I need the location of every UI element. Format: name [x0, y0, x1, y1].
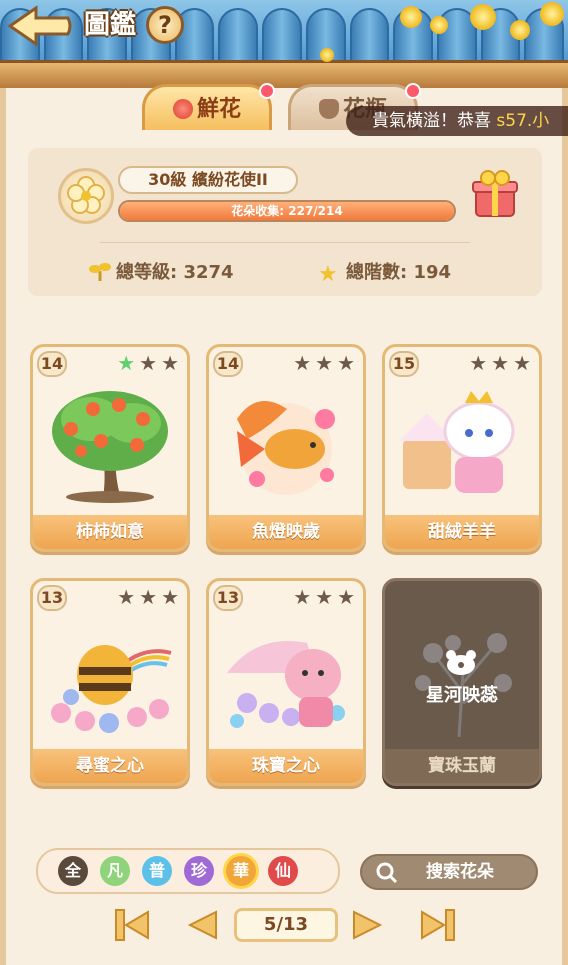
total-stars-label: 總階數: 194 — [346, 262, 452, 283]
rose-icon — [172, 99, 193, 119]
star-icon: ★ — [315, 351, 334, 375]
flower-card[interactable]: 13 ★ ★ ★ 珠寶之心 — [206, 578, 366, 786]
gift-box-icon[interactable] — [470, 168, 520, 220]
total-level-label: 總等級: 3274 — [116, 262, 234, 283]
card-level: 14 — [37, 351, 67, 377]
total-stars: ★ 總階數: 194 — [318, 258, 452, 287]
card-name: 尋蜜之心 — [33, 749, 187, 783]
star-icon: ★ — [469, 351, 488, 375]
card-name: 寶珠玉蘭 — [385, 749, 539, 783]
card-stars: ★ ★ ★ — [117, 587, 179, 607]
star-icon: ★ — [293, 351, 312, 375]
page-indicator: 5/13 — [234, 908, 338, 942]
sweet-sheep-art — [393, 379, 531, 505]
page-title: 圖鑑 — [84, 10, 137, 40]
marquee-text: 貴氣橫溢！恭喜 — [372, 111, 497, 131]
card-name: 柿柿如意 — [33, 515, 187, 549]
flower-badge-icon — [58, 168, 114, 224]
filter-normal[interactable]: 普 — [142, 856, 172, 886]
card-stars: ★ ★ ★ — [469, 353, 531, 373]
star-icon: ★ — [139, 351, 158, 375]
flower-card[interactable]: 14 ★ ★ ★ 柿柿如意 — [30, 344, 190, 552]
total-level: 總等級: 3274 — [88, 258, 234, 284]
star-icon: ★ — [293, 585, 312, 609]
card-stars: ★ ★ ★ — [117, 353, 179, 373]
flower-card[interactable]: 13 ★ ★ ★ 尋蜜之心 — [30, 578, 190, 786]
card-stars: ★ ★ ★ — [293, 587, 355, 607]
star-icon: ★ — [337, 585, 355, 609]
collection-progress-bar: 花朵收集: 227/214 — [118, 200, 456, 222]
card-name: 甜絨羊羊 — [385, 515, 539, 549]
card-level: 13 — [37, 585, 67, 611]
search-icon — [376, 862, 398, 884]
notification-dot — [405, 83, 421, 99]
star-icon: ★ — [337, 351, 355, 375]
star-icon: ★ — [491, 351, 510, 375]
filter-all[interactable]: 全 — [58, 856, 88, 886]
collection-label: 花朵收集: 227/214 — [231, 204, 343, 218]
card-level: 15 — [389, 351, 419, 377]
tab-flowers-label: 鮮花 — [196, 97, 241, 122]
back-arrow-icon[interactable] — [6, 4, 74, 48]
last-page-icon[interactable] — [418, 906, 458, 944]
star-icon: ★ — [161, 351, 179, 375]
lock-icon — [446, 650, 476, 675]
star-icon: ★ — [513, 351, 531, 375]
card-level: 13 — [213, 585, 243, 611]
jewel-heart-art — [217, 613, 355, 739]
card-name: 魚燈映歲 — [209, 515, 363, 549]
star-icon: ★ — [318, 262, 338, 287]
search-label: 搜索花朵 — [426, 862, 494, 882]
help-button[interactable]: ? — [146, 6, 184, 44]
star-icon: ★ — [117, 351, 136, 375]
flower-card[interactable]: 14 ★ ★ ★ 魚燈映歲 — [206, 344, 366, 552]
star-icon: ★ — [315, 585, 334, 609]
persimmon-tree-art — [41, 379, 179, 505]
locked-card-title: 星河映蕊 — [426, 685, 498, 706]
sprout-icon — [89, 263, 111, 281]
star-icon: ★ — [161, 585, 179, 609]
search-flowers-button[interactable]: 搜索花朵 — [360, 854, 538, 890]
locked-flower-card[interactable]: 星河映蕊 寶珠玉蘭 — [382, 578, 542, 786]
marquee-highlight: s57.小 — [496, 111, 550, 131]
flower-card[interactable]: 15 ★ ★ ★ 甜絨羊羊 — [382, 344, 542, 552]
notification-dot — [259, 83, 275, 99]
vase-icon — [318, 99, 339, 119]
collector-level: 30級 繽紛花使II — [118, 166, 298, 194]
next-page-icon[interactable] — [348, 906, 388, 944]
card-name: 珠寶之心 — [209, 749, 363, 783]
filter-common[interactable]: 凡 — [100, 856, 130, 886]
filter-rare[interactable]: 珍 — [184, 856, 214, 886]
goldfish-lantern-art — [217, 379, 355, 505]
filter-immortal[interactable]: 仙 — [268, 856, 298, 886]
tab-flowers[interactable]: 鮮花 — [142, 83, 275, 130]
announcement-marquee: 貴氣橫溢！恭喜 s57.小 — [346, 106, 568, 136]
first-page-icon[interactable] — [112, 906, 152, 944]
card-level: 14 — [213, 351, 243, 377]
magnolia-silhouette-art — [393, 613, 531, 739]
honey-bee-art — [41, 613, 179, 739]
star-icon: ★ — [139, 585, 158, 609]
filter-elegant[interactable]: 華 — [226, 856, 256, 886]
prev-page-icon[interactable] — [182, 906, 222, 944]
summary-divider — [100, 242, 470, 243]
card-stars: ★ ★ ★ — [293, 353, 355, 373]
star-icon: ★ — [117, 585, 136, 609]
